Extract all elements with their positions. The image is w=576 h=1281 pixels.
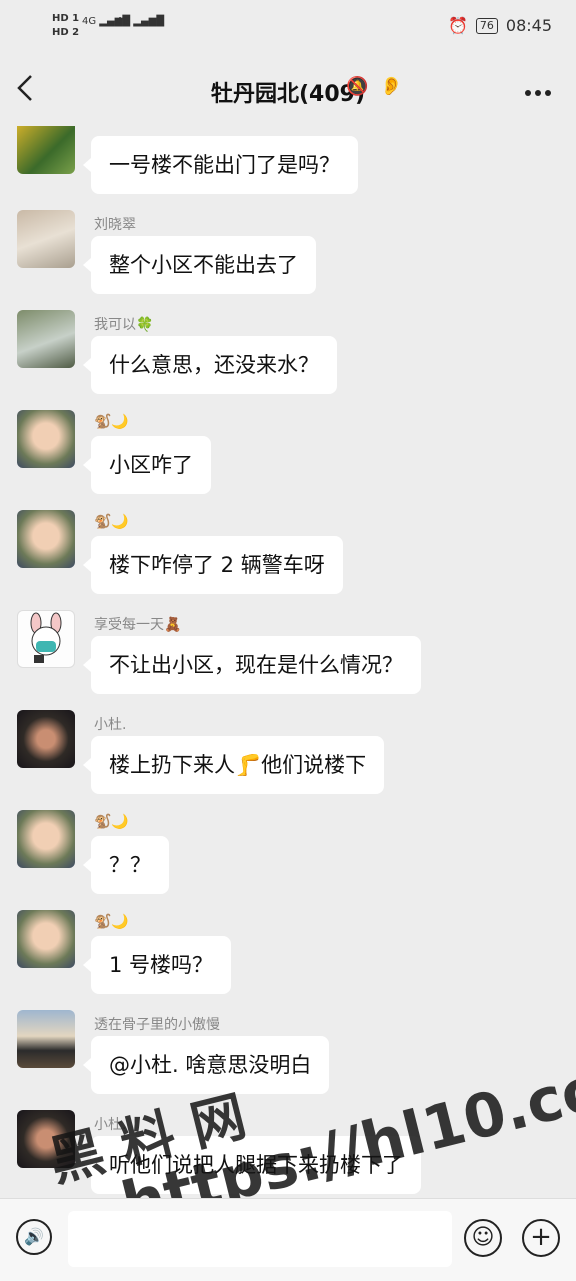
message-bubble[interactable]: 不让出小区，现在是什么情况？ <box>83 636 421 694</box>
avatar[interactable] <box>17 610 75 668</box>
message-bubble[interactable]: @小杜. 啥意思没明白 <box>82 1036 330 1094</box>
message-bubble[interactable]: 小区咋了 <box>83 436 211 494</box>
sender-name: 享受每一天🧸 <box>94 617 182 633</box>
mute-bell-icon: 🔕 <box>346 76 369 97</box>
chat-title: 牡丹园北(409) <box>210 82 366 107</box>
dog-mask-illustration <box>30 612 62 663</box>
avatar[interactable] <box>17 510 75 568</box>
message-bubble[interactable]: 楼下咋停了 2 辆警车呀 <box>83 536 343 594</box>
sender-name: 🐒🌙 <box>94 914 129 930</box>
clock: 08:45 <box>505 16 552 35</box>
sender-name: 透在骨子里的小傲慢 <box>94 1017 220 1033</box>
status-bar: HD 1 HD 2 4G ▂▄▆█ 4G ▂▄▆█ ⏰ 76 08:45 <box>0 0 576 56</box>
message-bubble[interactable]: 楼上扔下来人🦵他们说楼下 <box>82 736 385 794</box>
message-bubble[interactable]: 什么意思，还没来水？ <box>83 336 337 394</box>
message-bubble[interactable]: 一号楼不能出门了是吗？ <box>83 136 358 194</box>
signal-icon-2: 4G ▂▄▆█ <box>116 16 165 27</box>
sender-name: 🐒🌙 <box>94 414 129 430</box>
message-input[interactable] <box>68 1211 452 1267</box>
emoji-button[interactable]: ☺ <box>464 1219 502 1257</box>
message-bubble[interactable]: ？？ <box>83 836 169 894</box>
sender-name: 小杜. <box>94 717 127 733</box>
avatar[interactable] <box>17 810 75 868</box>
sender-name: 我可以🍀 <box>94 317 154 333</box>
sender-name: 刘晓翠 <box>94 217 136 233</box>
avatar[interactable] <box>17 1010 75 1068</box>
sender-name: 🐒🌙 <box>94 514 129 530</box>
hd1-label: HD 1 <box>52 13 80 24</box>
sender-name: 小杜. <box>94 1117 127 1133</box>
avatar[interactable] <box>17 126 75 174</box>
avatar[interactable] <box>17 1110 75 1168</box>
message-list[interactable]: 一号楼不能出门了是吗？ 刘晓翠 整个小区不能出去了 我可以🍀 什么意思，还没来水… <box>0 126 576 1198</box>
avatar[interactable] <box>17 710 75 768</box>
message-bubble[interactable]: 听他们说把人腿据下来扔楼下了 <box>83 1136 421 1194</box>
voice-icon: 🔊 <box>24 1227 44 1246</box>
chat-header: 牡丹园北(409) 🔕 👂 <box>0 56 576 126</box>
alarm-icon: ⏰ <box>447 16 468 35</box>
plus-icon: + <box>530 1222 552 1252</box>
voice-button[interactable]: 🔊 <box>16 1219 52 1255</box>
avatar[interactable] <box>17 910 75 968</box>
input-bar: 🔊 ☺ + <box>0 1198 576 1281</box>
plus-button[interactable]: + <box>522 1219 560 1257</box>
ear-icon: 👂 <box>380 76 403 97</box>
status-right: ⏰ 76 08:45 <box>448 16 552 35</box>
sender-name: 🐒🌙 <box>94 814 129 830</box>
sim-indicators: HD 1 HD 2 <box>52 12 79 40</box>
signal1-label: 4G <box>82 16 97 27</box>
message-bubble[interactable]: 1 号楼吗？ <box>82 936 232 994</box>
hd2-label: HD 2 <box>52 27 80 38</box>
more-horizontal-icon <box>525 90 551 96</box>
header-status-icons: 🔕 👂 <box>346 76 403 97</box>
message-bubble[interactable]: 整个小区不能出去了 <box>83 236 316 294</box>
avatar[interactable] <box>17 310 75 368</box>
emoji-icon: ☺ <box>471 1225 495 1250</box>
avatar[interactable] <box>17 410 75 468</box>
more-button[interactable] <box>524 74 552 104</box>
signal2-label: 4G <box>116 16 131 27</box>
battery-icon: 76 <box>475 17 498 34</box>
avatar[interactable] <box>17 210 75 268</box>
